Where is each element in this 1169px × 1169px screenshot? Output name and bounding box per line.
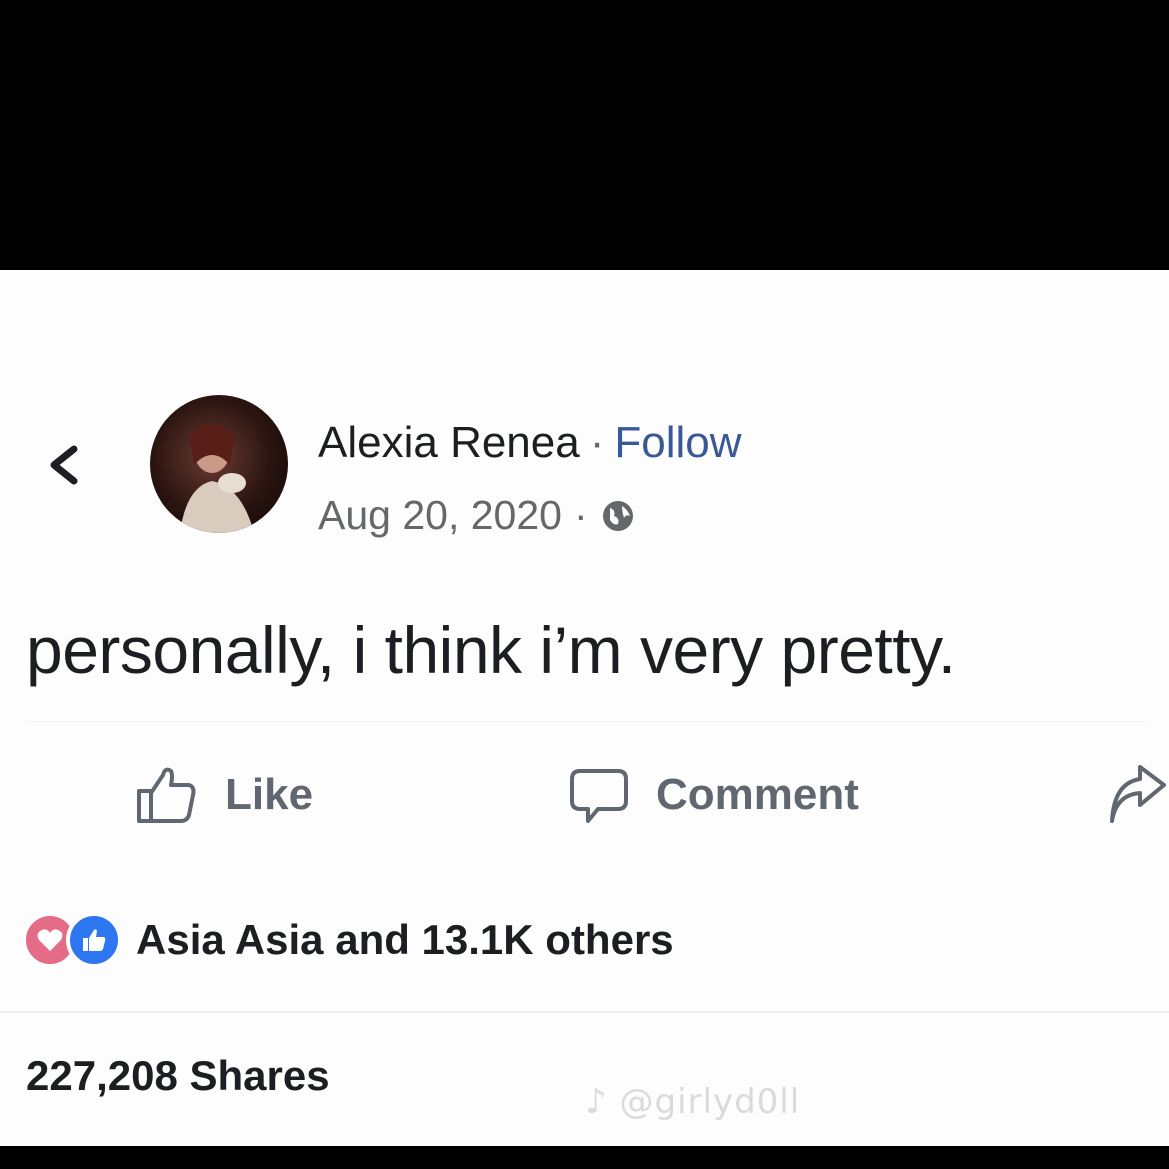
divider-shares xyxy=(0,1011,1169,1013)
post-text: personally, i think i’m very pretty. xyxy=(26,613,956,687)
watermark: ♪ @girlyd0ll xyxy=(585,1082,800,1122)
like-label: Like xyxy=(225,770,314,819)
divider xyxy=(26,721,1146,722)
back-button[interactable] xyxy=(40,435,84,495)
comment-label: Comment xyxy=(656,770,859,819)
avatar[interactable] xyxy=(150,395,288,533)
separator-dot: · xyxy=(589,418,605,467)
follow-link[interactable]: Follow xyxy=(614,418,741,467)
top-black-bar xyxy=(0,0,1169,270)
tiktok-icon: ♪ xyxy=(585,1082,608,1122)
post-date[interactable]: Aug 20, 2020 xyxy=(318,492,562,539)
share-button[interactable] xyxy=(1108,760,1166,830)
facebook-post: Alexia Renea · Follow Aug 20, 2020 · perso… xyxy=(0,270,1169,1146)
like-reaction-icon xyxy=(66,912,122,968)
avatar-photo xyxy=(180,424,254,533)
reactions-text: Asia Asia and 13.1K others xyxy=(136,916,674,963)
speech-bubble-icon xyxy=(570,769,628,823)
share-arrow-icon xyxy=(1110,765,1166,823)
shares-count[interactable]: 227,208 Shares xyxy=(26,1052,330,1100)
like-button[interactable]: Like xyxy=(135,760,313,830)
chevron-left-icon xyxy=(50,445,78,485)
comment-button[interactable]: Comment xyxy=(568,760,859,830)
globe-icon xyxy=(602,500,633,531)
watermark-text: @girlyd0ll xyxy=(619,1082,801,1122)
author-row: Alexia Renea · Follow xyxy=(318,418,742,468)
reactions-summary[interactable]: Asia Asia and 13.1K others xyxy=(22,905,674,975)
meta-separator: · xyxy=(573,492,588,538)
author-name[interactable]: Alexia Renea xyxy=(318,418,580,467)
bottom-black-bar xyxy=(0,1146,1169,1169)
post-meta: Aug 20, 2020 · xyxy=(318,492,636,539)
thumbs-up-icon xyxy=(137,767,196,823)
